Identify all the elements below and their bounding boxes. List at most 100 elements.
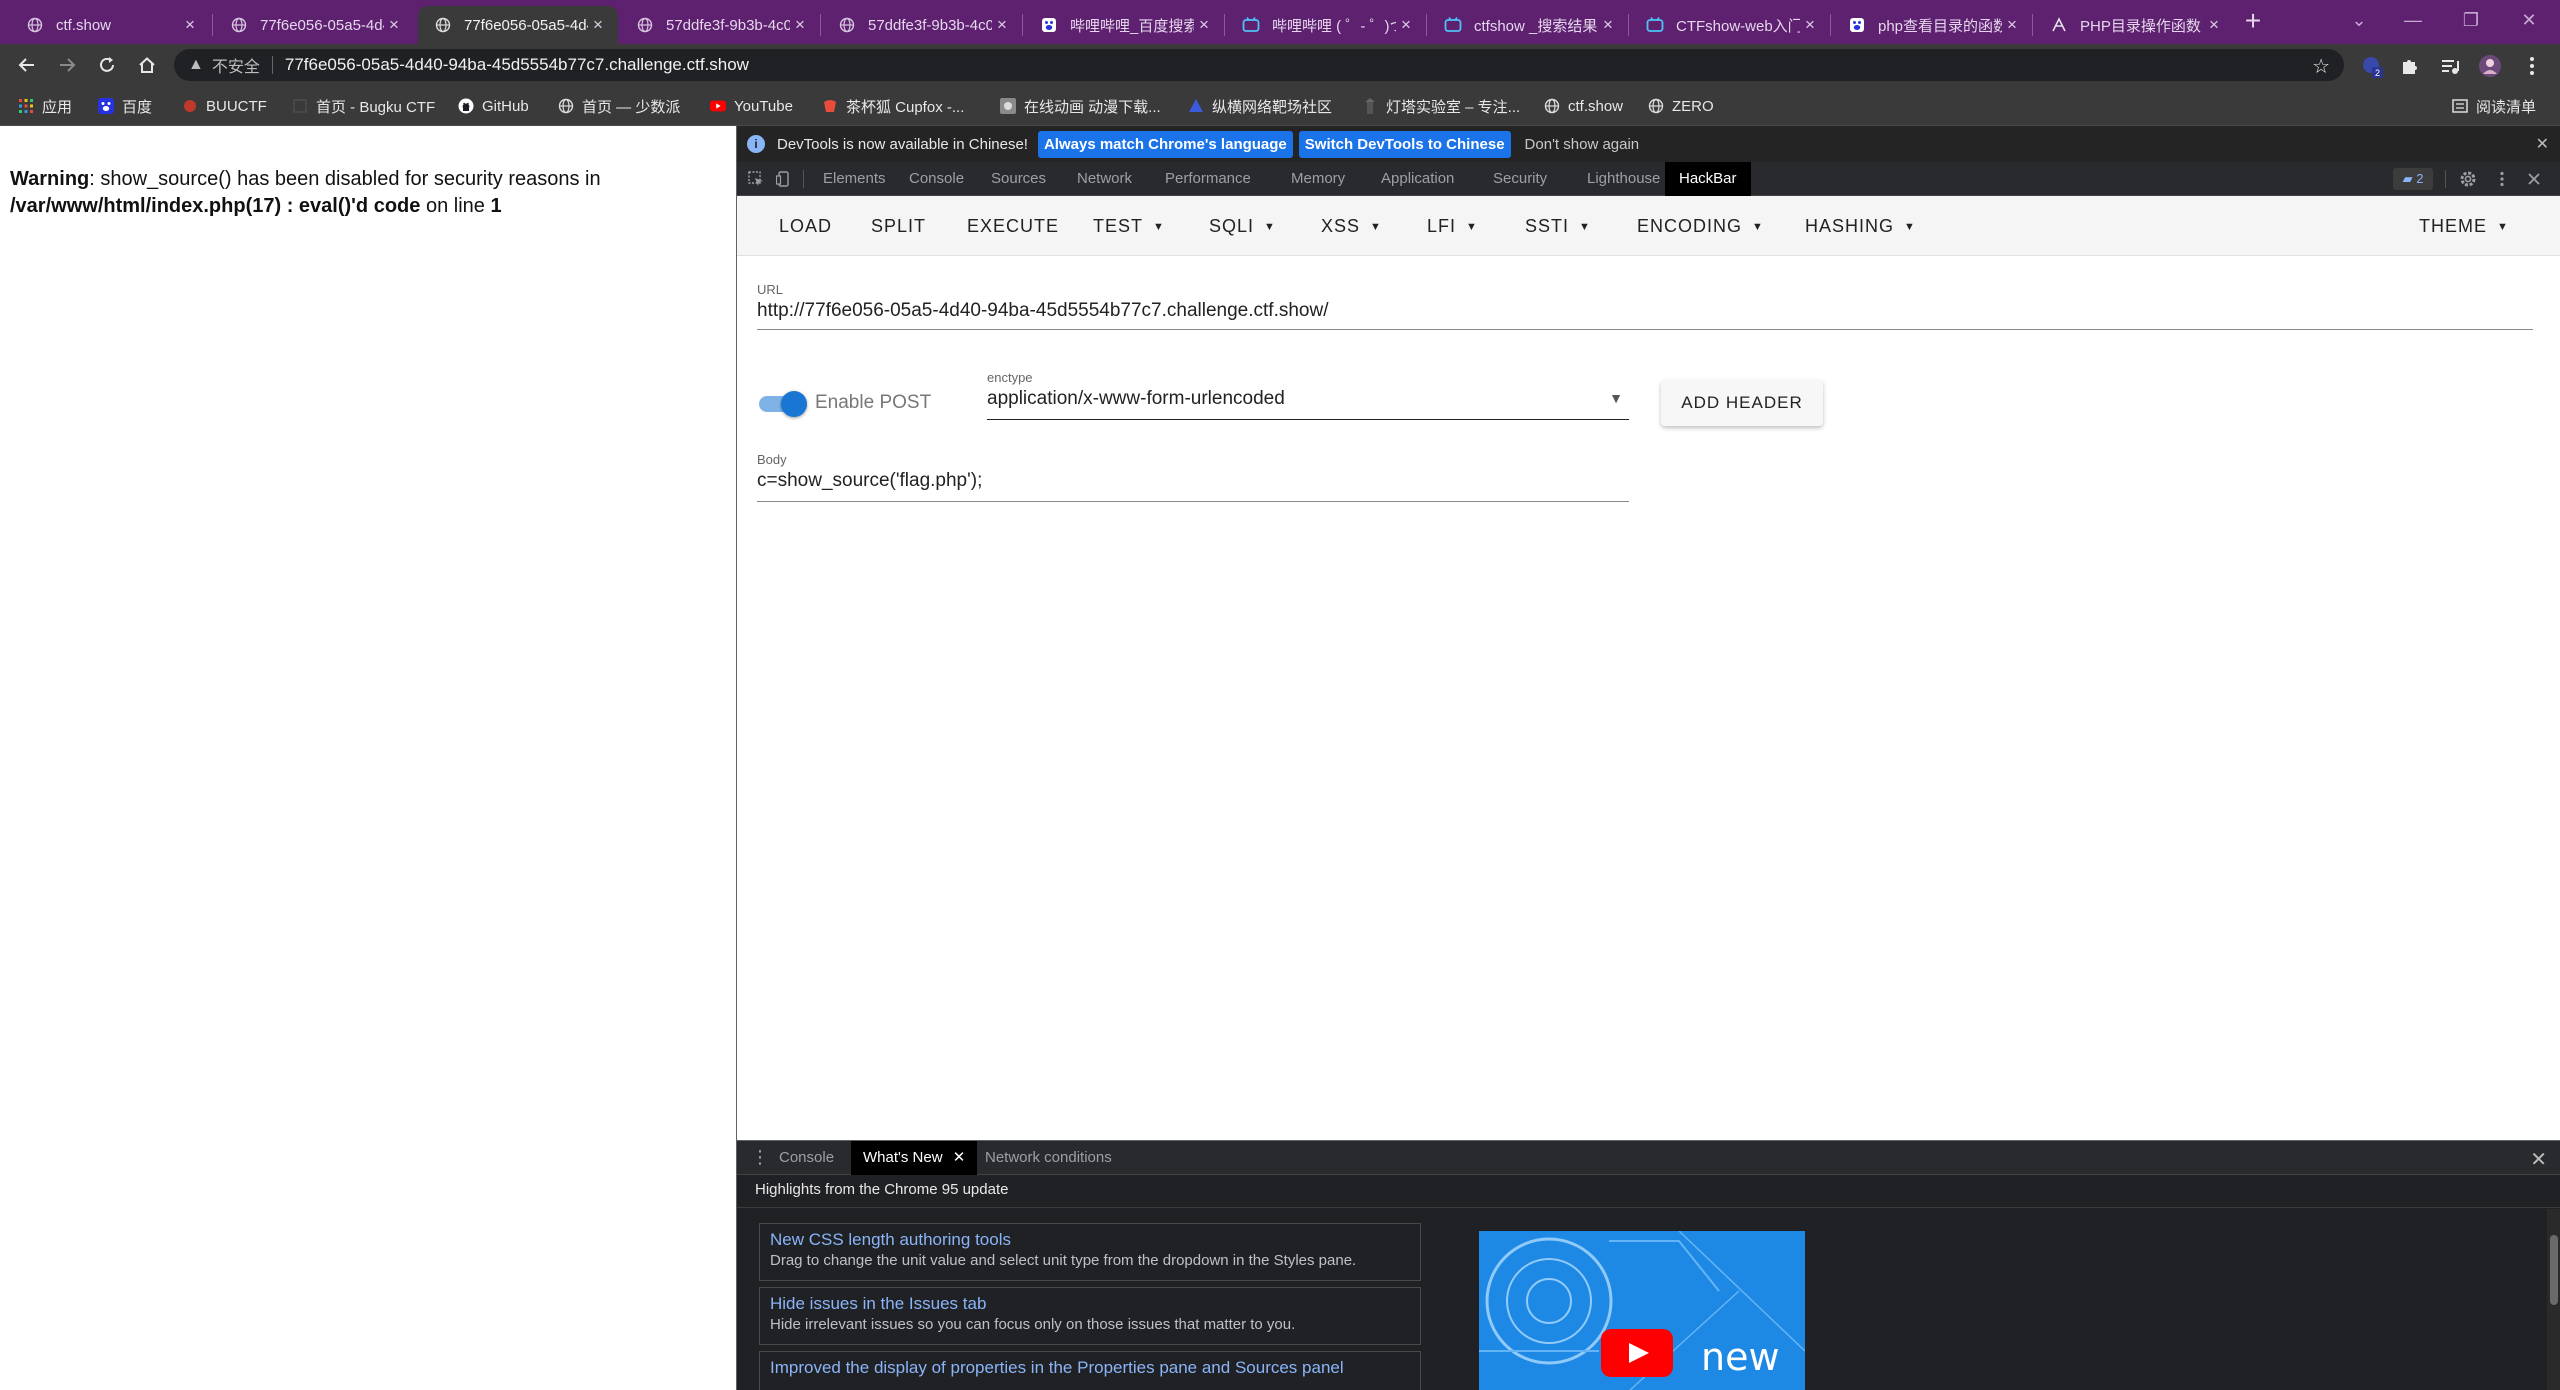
profile-avatar[interactable] xyxy=(2478,54,2502,78)
feature-title[interactable]: New CSS length authoring tools xyxy=(770,1229,1410,1251)
device-toolbar-icon[interactable] xyxy=(775,170,793,188)
youtube-play-icon[interactable] xyxy=(1601,1329,1673,1377)
home-button[interactable] xyxy=(134,52,160,78)
close-window-icon[interactable]: ✕ xyxy=(2504,4,2554,36)
warning-triangle-icon[interactable]: ▲ xyxy=(188,56,204,74)
bookmark-anime[interactable]: 在线动画 动漫下载... xyxy=(1000,96,1161,116)
drawer-tab-whats-new[interactable]: What's New ✕ xyxy=(851,1141,978,1175)
tab-close-icon[interactable]: × xyxy=(2204,15,2224,35)
browser-tab[interactable]: PHP目录操作函数 × xyxy=(2034,6,2234,44)
reload-button[interactable] xyxy=(94,52,120,78)
tab-hackbar[interactable]: HackBar xyxy=(1665,162,1751,196)
bookmark-youtube[interactable]: YouTube xyxy=(710,96,793,116)
tab-performance[interactable]: Performance xyxy=(1151,162,1265,196)
bookmark-baidu[interactable]: 百度 xyxy=(98,96,152,116)
bookmark-github[interactable]: GitHub xyxy=(458,96,529,116)
tab-close-icon[interactable]: × xyxy=(1194,15,1214,35)
tab-close-icon[interactable]: × xyxy=(1800,15,1820,35)
dont-show-again-link[interactable]: Don't show again xyxy=(1525,136,1640,153)
extension-badge-icon[interactable]: 2 xyxy=(2360,54,2384,78)
feature-card[interactable]: Hide issues in the Issues tab Hide irrel… xyxy=(759,1287,1421,1345)
bookmark-cupfox[interactable]: 茶杯狐 Cupfox -... xyxy=(822,96,964,116)
close-icon[interactable]: ✕ xyxy=(2536,134,2549,154)
bookmark-buuctf[interactable]: BUUCTF xyxy=(182,96,267,116)
always-match-language-button[interactable]: Always match Chrome's language xyxy=(1037,130,1293,158)
load-button[interactable]: LOAD xyxy=(779,196,832,256)
bookmark-star-icon[interactable]: ☆ xyxy=(2312,54,2330,79)
theme-menu[interactable]: THEME ▼ xyxy=(2419,196,2509,256)
issues-badge[interactable]: ▰ 2 xyxy=(2393,168,2433,190)
tab-search-icon[interactable]: ⌄ xyxy=(2334,4,2384,36)
reading-list-button[interactable]: 阅读清单 xyxy=(2452,96,2536,116)
chrome-menu-icon[interactable] xyxy=(2520,54,2544,78)
enable-post-label[interactable]: Enable POST xyxy=(815,392,931,414)
browser-tab[interactable]: CTFshow-web入门 × xyxy=(1630,6,1830,44)
more-options-icon[interactable] xyxy=(2493,170,2511,188)
back-button[interactable] xyxy=(14,52,40,78)
tab-close-icon[interactable]: × xyxy=(384,15,404,35)
bookmark-apps[interactable]: 应用 xyxy=(18,96,72,116)
extensions-puzzle-icon[interactable] xyxy=(2398,54,2422,78)
bookmark-ctfshow[interactable]: ctf.show xyxy=(1544,96,1623,116)
address-bar[interactable]: ▲ 不安全 77f6e056-05a5-4d40-94ba-45d5554b77… xyxy=(174,49,2344,81)
minimize-icon[interactable]: — xyxy=(2388,4,2438,36)
browser-tab[interactable]: 哔哩哔哩 ( ゜- ゜)つ × xyxy=(1226,6,1426,44)
browser-tab[interactable]: ctfshow _搜索结果 × xyxy=(1428,6,1628,44)
bookmark-bugku[interactable]: 首页 - Bugku CTF xyxy=(292,96,435,116)
xss-menu[interactable]: XSS ▼ xyxy=(1321,196,1382,256)
bookmark-lighthouse[interactable]: 灯塔实验室 – 专注... xyxy=(1362,96,1520,116)
feature-title[interactable]: Improved the display of properties in th… xyxy=(770,1357,1410,1379)
tab-network[interactable]: Network xyxy=(1063,162,1146,196)
browser-tab[interactable]: 77f6e056-05a5-4d40 × xyxy=(214,6,414,44)
browser-tab[interactable]: 57ddfe3f-9b3b-4c0 × xyxy=(620,6,820,44)
encoding-menu[interactable]: ENCODING ▼ xyxy=(1637,196,1764,256)
browser-tab[interactable]: 57ddfe3f-9b3b-4c0 × xyxy=(822,6,1022,44)
feature-title[interactable]: Hide issues in the Issues tab xyxy=(770,1293,1410,1315)
bookmark-zero[interactable]: ZERO xyxy=(1648,96,1714,116)
tab-close-icon[interactable]: × xyxy=(790,15,810,35)
browser-tab[interactable]: 哔哩哔哩_百度搜索 × xyxy=(1024,6,1224,44)
forward-button[interactable] xyxy=(54,52,80,78)
drawer-tab-console[interactable]: Console xyxy=(767,1141,846,1175)
security-label[interactable]: 不安全 xyxy=(212,53,260,77)
ssti-menu[interactable]: SSTI ▼ xyxy=(1525,196,1591,256)
enctype-select[interactable]: application/x-www-form-urlencoded ▼ xyxy=(987,388,1629,420)
bookmark-sspai[interactable]: 首页 — 少数派 xyxy=(558,96,680,116)
split-button[interactable]: SPLIT xyxy=(871,196,926,256)
lfi-menu[interactable]: LFI ▼ xyxy=(1427,196,1478,256)
browser-tab[interactable]: php查看目录的函数 × xyxy=(1832,6,2032,44)
tab-close-icon[interactable]: × xyxy=(588,15,608,35)
media-control-icon[interactable] xyxy=(2438,54,2462,78)
browser-tab-active[interactable]: 77f6e056-05a5-4d40 × xyxy=(418,6,618,44)
hashing-menu[interactable]: HASHING ▼ xyxy=(1805,196,1916,256)
scrollbar-thumb[interactable] xyxy=(2550,1235,2558,1305)
inspect-element-icon[interactable] xyxy=(747,170,765,188)
url-text[interactable]: 77f6e056-05a5-4d40-94ba-45d5554b77c7.cha… xyxy=(285,55,749,75)
tab-console[interactable]: Console xyxy=(895,162,978,196)
tab-memory[interactable]: Memory xyxy=(1277,162,1359,196)
bookmark-range[interactable]: 纵横网络靶场社区 xyxy=(1188,96,1332,116)
switch-to-chinese-button[interactable]: Switch DevTools to Chinese xyxy=(1298,130,1511,158)
feature-card[interactable]: New CSS length authoring tools Drag to c… xyxy=(759,1223,1421,1281)
tab-close-icon[interactable]: × xyxy=(2002,15,2022,35)
video-thumbnail[interactable]: new xyxy=(1479,1231,1805,1390)
tab-close-icon[interactable]: × xyxy=(992,15,1012,35)
tab-application[interactable]: Application xyxy=(1367,162,1468,196)
close-drawer-icon[interactable]: ✕ xyxy=(2530,1147,2547,1172)
tab-close-icon[interactable]: × xyxy=(180,15,200,35)
body-input[interactable]: c=show_source('flag.php'); xyxy=(757,470,1629,502)
execute-button[interactable]: EXECUTE xyxy=(967,196,1059,256)
close-devtools-icon[interactable] xyxy=(2525,170,2543,188)
settings-gear-icon[interactable] xyxy=(2459,170,2477,188)
tab-security[interactable]: Security xyxy=(1479,162,1561,196)
sqli-menu[interactable]: SQLI ▼ xyxy=(1209,196,1276,256)
tab-lighthouse[interactable]: Lighthouse xyxy=(1573,162,1674,196)
tab-sources[interactable]: Sources xyxy=(977,162,1060,196)
tab-close-icon[interactable]: × xyxy=(1598,15,1618,35)
browser-tab[interactable]: ctf.show × xyxy=(10,6,210,44)
drawer-scrollbar[interactable] xyxy=(2547,1209,2560,1390)
new-tab-button[interactable]: + xyxy=(2238,6,2268,38)
close-icon[interactable]: ✕ xyxy=(953,1149,966,1166)
restore-icon[interactable]: ❐ xyxy=(2446,4,2496,36)
test-menu[interactable]: TEST ▼ xyxy=(1093,196,1165,256)
